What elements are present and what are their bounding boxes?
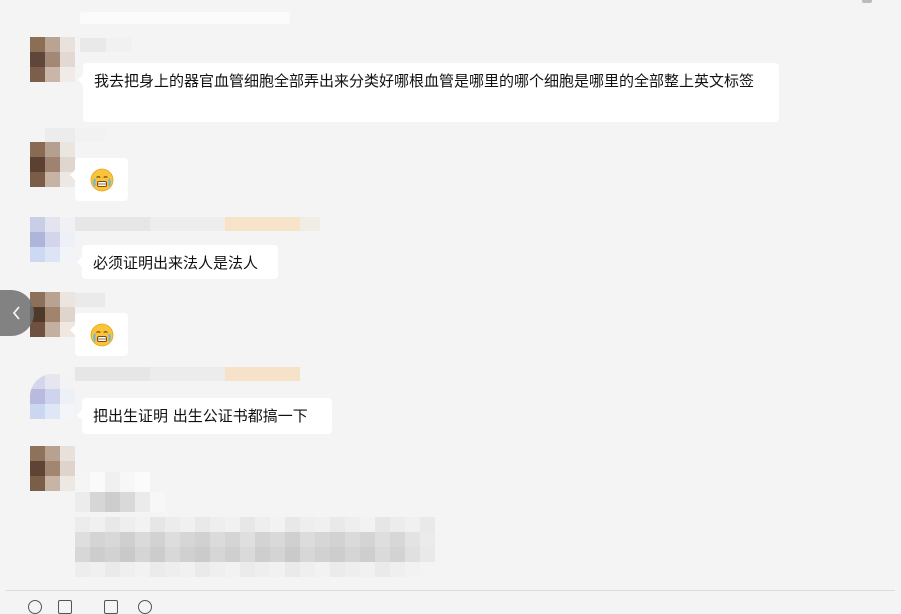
avatar[interactable] [30,292,75,337]
avatar[interactable] [30,142,75,187]
back-button[interactable] [0,290,34,336]
sender-name-redacted [80,38,132,52]
emoji-picker-icon[interactable] [28,600,42,614]
message-bubble[interactable]: 必须证明出来法人是法人 [77,245,278,279]
avatar[interactable] [30,374,75,419]
sender-name-redacted [75,293,105,307]
emoji-message-bubble[interactable] [70,158,128,201]
avatar[interactable] [30,446,75,491]
screenshot-icon[interactable] [104,600,118,614]
message-bubble[interactable]: 把出生证明 出生公证书都搞一下 [77,398,332,434]
emoji-message-bubble[interactable] [70,313,128,356]
chevron-left-icon [12,306,20,320]
chat-history-icon[interactable] [138,600,152,614]
redacted-message [75,517,435,577]
avatar[interactable] [30,37,75,82]
crying-face-icon [90,323,113,346]
message-text: 我去把身上的器官血管细胞全部弄出来分类好哪根血管是哪里的哪个细胞是哪里的全部整上… [94,72,755,90]
input-divider [6,590,895,591]
redacted-message [75,472,165,512]
sender-name-redacted [45,128,105,142]
message-bubble[interactable]: 我去把身上的器官血管细胞全部弄出来分类好哪根血管是哪里的哪个细胞是哪里的全部整上… [78,63,779,122]
message-text: 必须证明出来法人是法人 [93,254,259,272]
redacted-previous-message [80,12,290,24]
crying-face-icon [90,168,113,191]
sender-name-redacted [75,217,320,231]
toolbar-edge [862,0,872,3]
avatar[interactable] [30,217,75,262]
message-text: 把出生证明 出生公证书都搞一下 [93,407,308,425]
sender-name-redacted [75,367,300,381]
file-icon[interactable] [58,600,72,614]
